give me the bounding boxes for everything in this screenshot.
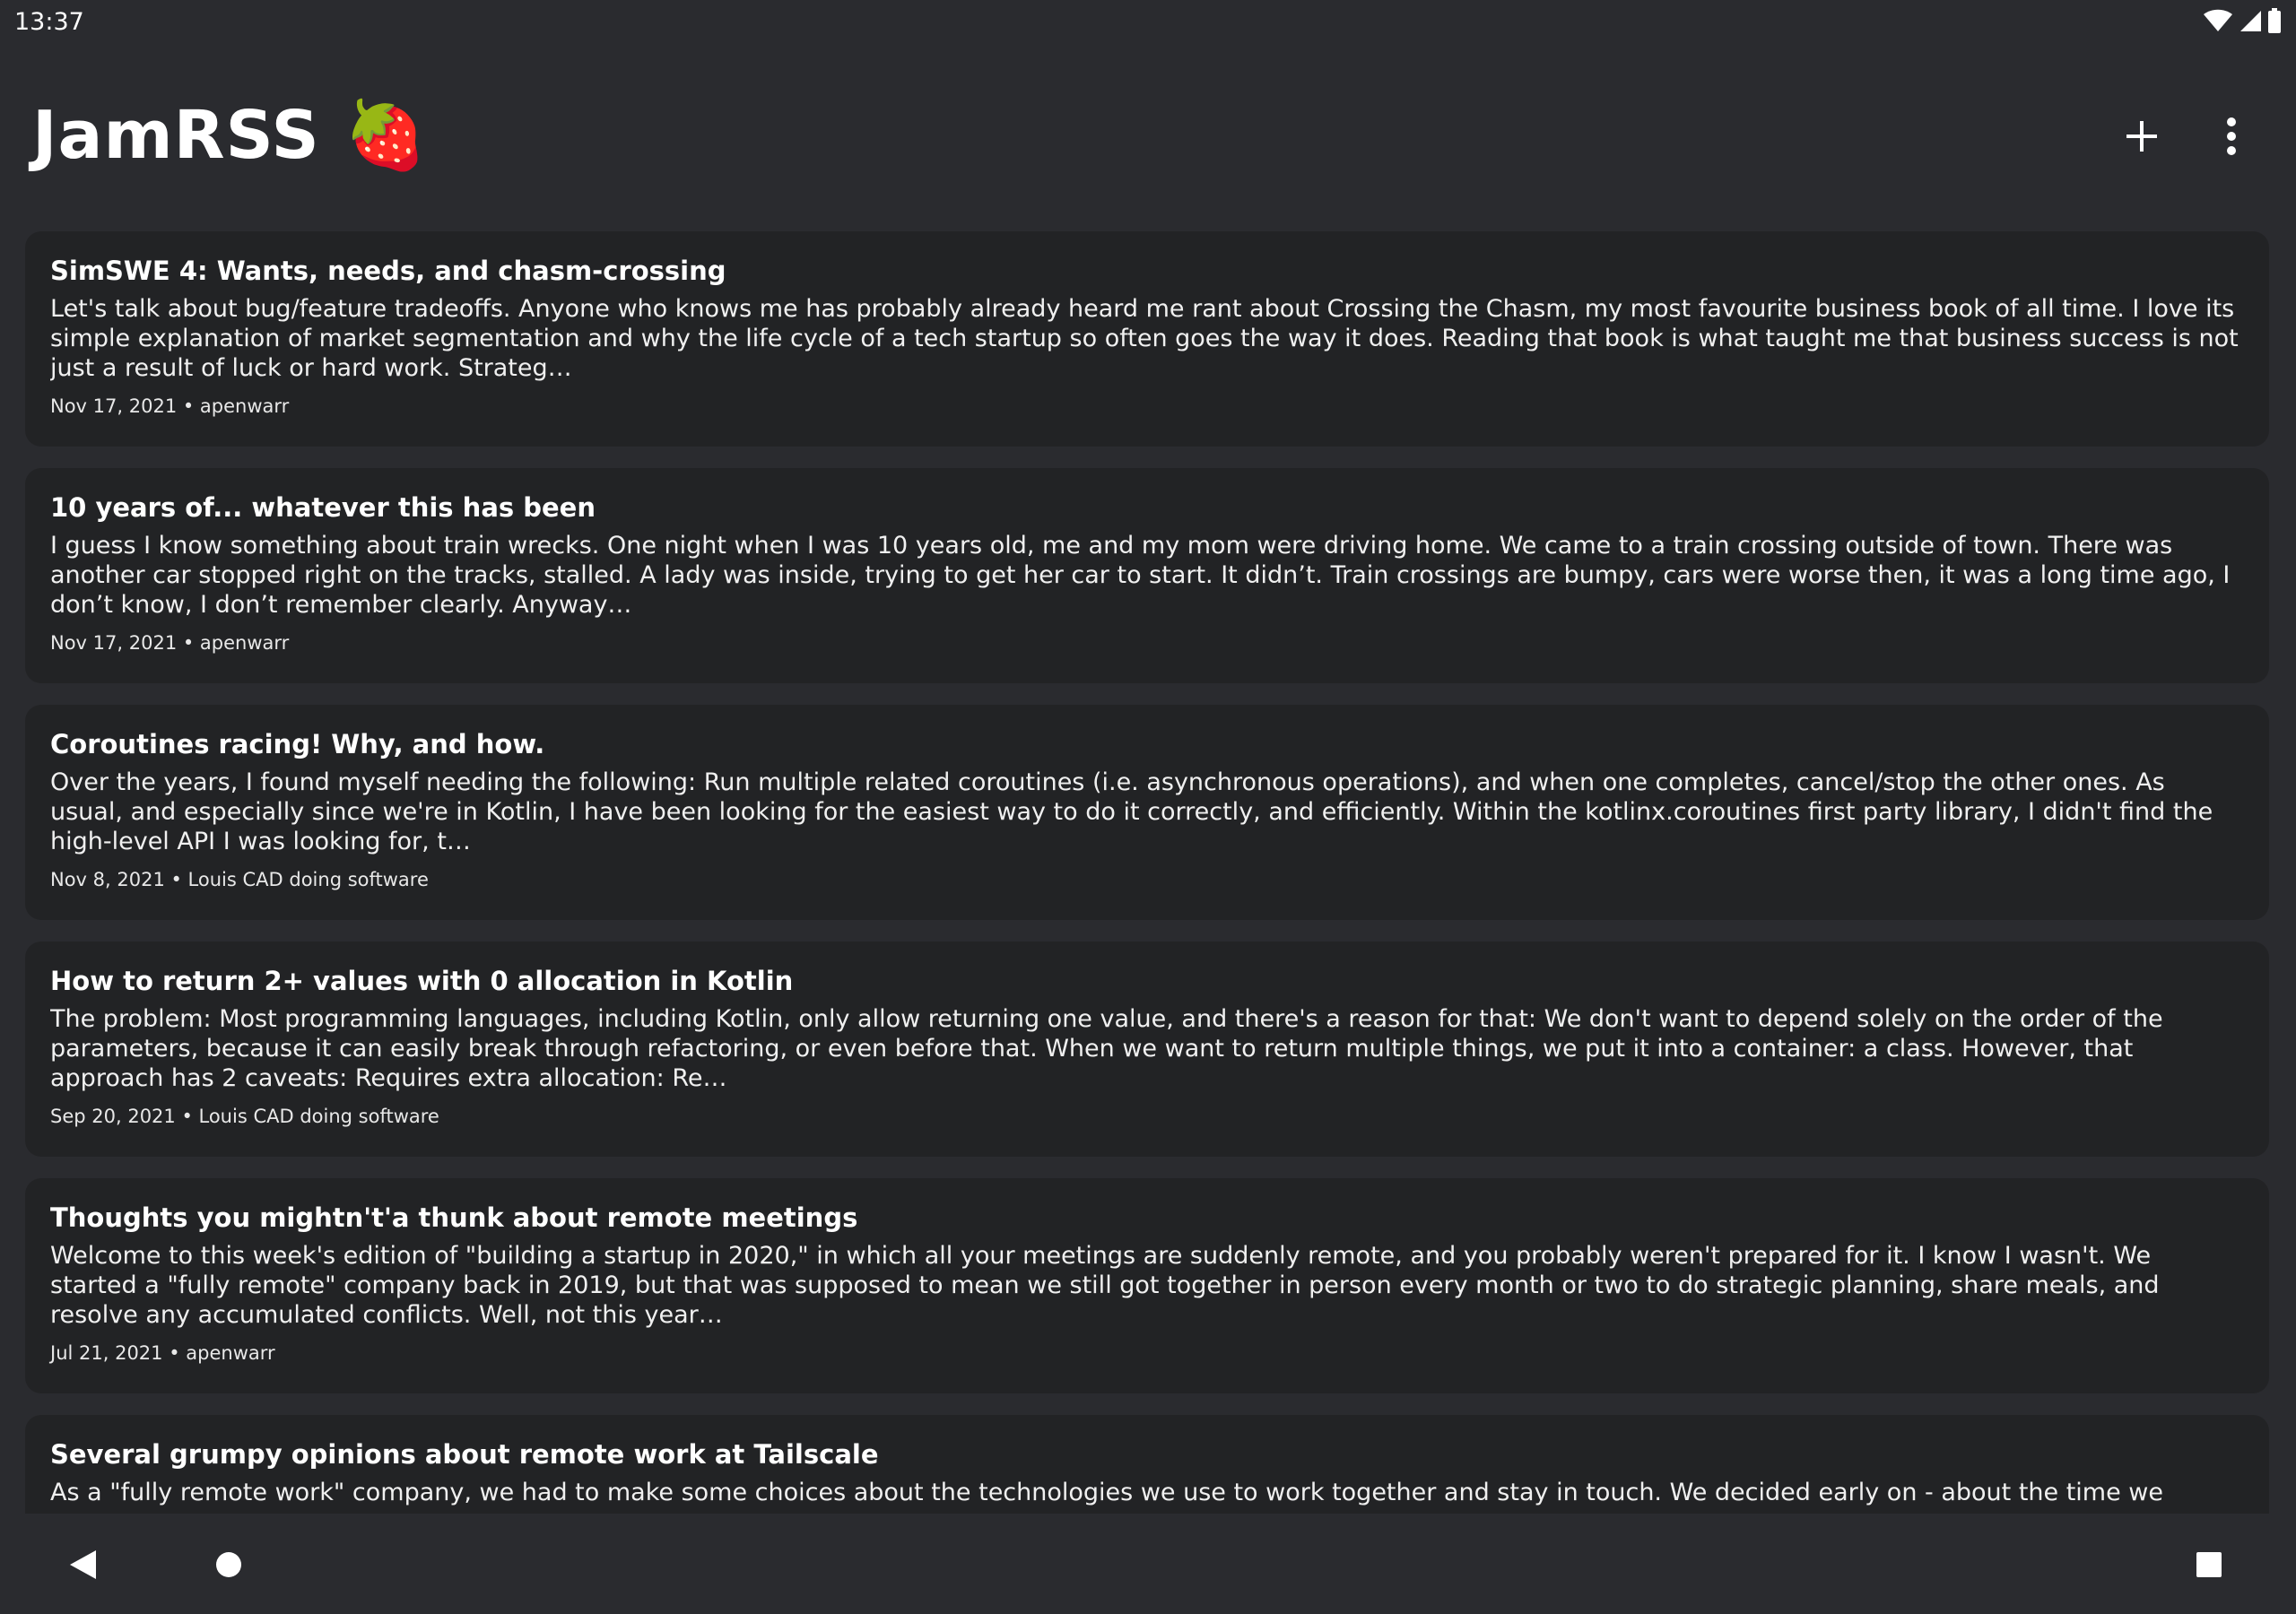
more-vert-icon (2227, 117, 2236, 155)
article-meta: Nov 8, 2021 • Louis CAD doing software (50, 869, 429, 890)
article-list[interactable]: SimSWE 4: Wants, needs, and chasm-crossi… (25, 231, 2269, 1514)
nav-home-button[interactable] (197, 1533, 260, 1596)
overflow-menu-button[interactable] (2203, 108, 2260, 165)
article-title: Thoughts you mightn't'a thunk about remo… (50, 1202, 858, 1233)
app-title: JamRSS 🍓 (32, 97, 428, 174)
battery-icon (2267, 8, 2282, 37)
system-navigation-bar (0, 1515, 2296, 1614)
article-title: How to return 2+ values with 0 allocatio… (50, 966, 794, 996)
app-actions (2113, 108, 2260, 165)
article-excerpt: The problem: Most programming languages,… (50, 1005, 2163, 1092)
nav-back-button[interactable] (52, 1533, 115, 1596)
status-time: 13:37 (14, 8, 84, 36)
signal-icon (2239, 9, 2262, 36)
article-meta: Sep 20, 2021 • Louis CAD doing software (50, 1106, 439, 1127)
article-excerpt: I guess I know something about train wre… (50, 532, 2231, 619)
home-circle-icon (216, 1552, 241, 1577)
status-icons (2203, 8, 2282, 37)
article-card[interactable]: 10 years of... whatever this has been I … (25, 468, 2269, 683)
article-card[interactable]: SimSWE 4: Wants, needs, and chasm-crossi… (25, 231, 2269, 447)
article-card[interactable]: Several grumpy opinions about remote wor… (25, 1415, 2269, 1514)
back-triangle-icon (70, 1550, 96, 1579)
app-bar: JamRSS 🍓 (0, 43, 2296, 222)
article-meta: Nov 17, 2021 • apenwarr (50, 395, 290, 417)
article-excerpt: Welcome to this week's edition of "build… (50, 1242, 2160, 1329)
article-title: Several grumpy opinions about remote wor… (50, 1439, 879, 1470)
wifi-icon (2203, 9, 2233, 36)
article-meta: Nov 17, 2021 • apenwarr (50, 632, 290, 654)
article-meta: Jul 21, 2021 • apenwarr (50, 1342, 275, 1364)
article-card[interactable]: Coroutines racing! Why, and how. Over th… (25, 705, 2269, 920)
article-card[interactable]: Thoughts you mightn't'a thunk about remo… (25, 1178, 2269, 1393)
article-title: SimSWE 4: Wants, needs, and chasm-crossi… (50, 256, 726, 286)
article-title: Coroutines racing! Why, and how. (50, 729, 545, 759)
article-excerpt: As a "fully remote work" company, we had… (50, 1479, 2163, 1506)
status-bar: 13:37 (0, 0, 2296, 43)
article-card[interactable]: How to return 2+ values with 0 allocatio… (25, 941, 2269, 1157)
article-excerpt: Let's talk about bug/feature tradeoffs. … (50, 295, 2239, 382)
add-feed-button[interactable] (2113, 108, 2170, 165)
nav-recents-button[interactable] (2178, 1533, 2240, 1596)
recents-square-icon (2196, 1552, 2222, 1577)
plus-icon (2126, 121, 2157, 152)
article-title: 10 years of... whatever this has been (50, 492, 596, 523)
article-excerpt: Over the years, I found myself needing t… (50, 768, 2213, 855)
